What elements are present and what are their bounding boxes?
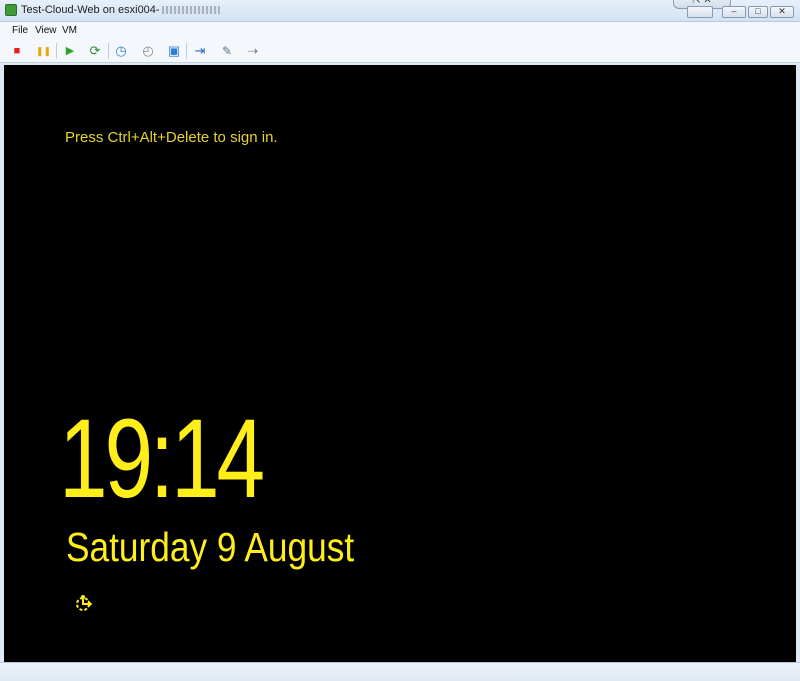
reset-icon[interactable]: ⟳ xyxy=(88,44,102,58)
ease-of-access-icon[interactable] xyxy=(74,593,94,613)
connect-device-icon[interactable]: ⇥ xyxy=(193,44,207,58)
power-off-icon[interactable]: ■ xyxy=(10,44,24,58)
maximize-button[interactable]: □ xyxy=(748,6,768,18)
toolbar-separator xyxy=(108,43,109,59)
revert-snapshot-icon[interactable]: ◴ xyxy=(141,44,155,58)
disconnect-icon[interactable]: ⇢ xyxy=(246,44,260,58)
sign-in-prompt: Press Ctrl+Alt+Delete to sign in. xyxy=(65,129,278,146)
minimize-button[interactable]: – xyxy=(722,6,746,18)
suspend-icon[interactable]: ❚❚ xyxy=(36,44,51,58)
settings-icon[interactable]: ✎ xyxy=(220,44,234,58)
menu-vm[interactable]: VM xyxy=(62,25,77,36)
snapshot-icon[interactable]: ◷ xyxy=(114,44,128,58)
window-title: Test-Cloud-Web on esxi004- xyxy=(21,4,220,16)
toolbar-separator xyxy=(56,43,57,59)
vm-console-icon xyxy=(5,4,17,16)
secondary-control-button[interactable] xyxy=(687,6,713,18)
window-title-bar: Test-Cloud-Web on esxi004- ⇱ ✕ – □ ✕ xyxy=(0,0,800,22)
lock-screen-time: 19:14 xyxy=(59,396,265,521)
snapshot-manager-icon[interactable]: ▣ xyxy=(167,44,181,58)
close-button[interactable]: ✕ xyxy=(770,6,794,18)
toolbar: ■ ❚❚ ▶ ⟳ ◷ ◴ ▣ ⇥ ✎ ⇢ xyxy=(0,39,800,63)
power-on-icon[interactable]: ▶ xyxy=(63,44,77,58)
menu-view[interactable]: View xyxy=(35,25,57,36)
status-bar xyxy=(0,662,800,681)
menu-bar: File View VM xyxy=(0,22,800,39)
menu-file[interactable]: File xyxy=(12,25,28,36)
toolbar-separator xyxy=(186,43,187,59)
lock-screen-date: Saturday 9 August xyxy=(66,524,355,570)
vm-console-screen[interactable]: Press Ctrl+Alt+Delete to sign in. 19:14 … xyxy=(4,65,796,662)
redacted-host-name xyxy=(161,6,220,15)
